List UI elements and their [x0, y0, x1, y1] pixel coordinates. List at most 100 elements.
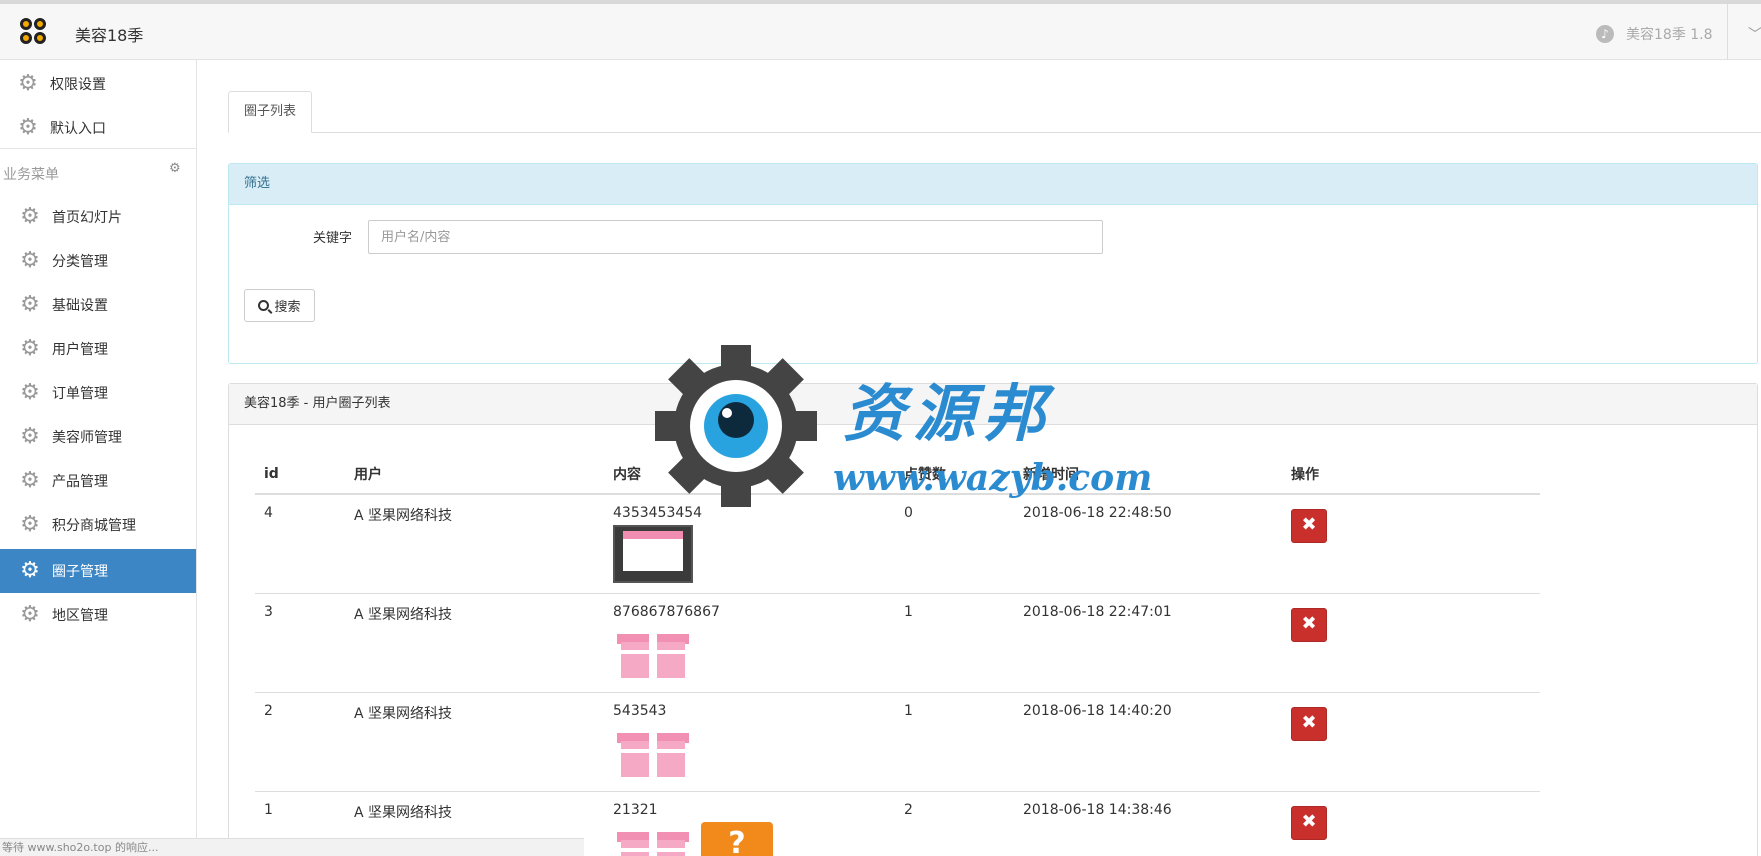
divider: [1727, 4, 1728, 60]
version-info[interactable]: ♪ 美容18季 1.8: [1596, 24, 1713, 44]
column-header-time: 新增时间: [1014, 455, 1282, 495]
browser-status-bar: 等待 www.sho2o.top 的响应...: [0, 838, 584, 856]
cell-id: 3: [255, 593, 345, 693]
search-icon: [258, 300, 270, 311]
cell-actions: ✖: [1282, 593, 1540, 693]
cell-time: 2018-06-18 22:47:01: [1014, 593, 1282, 693]
sidebar-item-home-slides[interactable]: ⚙ 首页幻灯片: [0, 195, 196, 239]
cell-time: 2018-06-18 14:40:20: [1014, 692, 1282, 792]
chevron-down-icon[interactable]: ﹀: [1748, 24, 1761, 44]
gear-icon: ⚙: [20, 248, 40, 273]
content-text: 543543: [613, 703, 667, 719]
gear-icon: ⚙: [18, 71, 38, 96]
search-button[interactable]: 搜索: [244, 289, 315, 322]
column-header-id: id: [255, 455, 345, 495]
sidebar-item-permissions[interactable]: ⚙ 权限设置: [0, 62, 196, 106]
cell-time: 2018-06-18 14:38:46: [1014, 791, 1282, 856]
circle-table: id 用户 内容 点赞数 新增时间 操作 4 A 坚果网络科技 43534534…: [255, 455, 1540, 856]
gear-icon: ⚙: [20, 380, 40, 405]
content-image[interactable]: [613, 624, 693, 682]
cell-id: 4: [255, 494, 345, 594]
search-button-label: 搜索: [274, 300, 301, 315]
cell-actions: ✖: [1282, 494, 1540, 594]
sidebar-item-categories[interactable]: ⚙ 分类管理: [0, 239, 196, 283]
content-image[interactable]: [613, 822, 693, 856]
cell-likes: 1: [895, 692, 1014, 792]
sidebar-item-users[interactable]: ⚙ 用户管理: [0, 327, 196, 371]
gear-icon: ⚙: [20, 512, 40, 537]
gear-icon: ⚙: [20, 292, 40, 317]
gear-icon: ⚙: [20, 602, 40, 627]
sidebar-item-label: 默认入口: [50, 121, 106, 137]
keyword-label: 关键字: [313, 231, 353, 246]
tab-circle-list[interactable]: 圈子列表: [228, 91, 313, 133]
delete-button[interactable]: ✖: [1291, 806, 1327, 840]
table-row: 4 A 坚果网络科技 4353453454 0 2018-06-18 22:48…: [255, 494, 1540, 594]
mini-program-icon: ♪: [1596, 25, 1614, 43]
sidebar-group-title: 业务菜单: [3, 167, 59, 183]
sidebar-item-label: 用户管理: [52, 342, 108, 358]
cell-content: 543543: [604, 692, 895, 792]
cell-content: 4353453454: [604, 494, 895, 594]
column-header-likes: 点赞数: [895, 455, 1014, 495]
sidebar-item-label: 权限设置: [50, 77, 106, 93]
cell-user: A 坚果网络科技: [345, 494, 604, 594]
sidebar-item-label: 订单管理: [52, 386, 108, 402]
cell-time: 2018-06-18 22:48:50: [1014, 494, 1282, 594]
keyword-input[interactable]: [368, 220, 1103, 254]
gear-icon: ⚙: [20, 336, 40, 361]
sidebar-item-orders[interactable]: ⚙ 订单管理: [0, 371, 196, 415]
column-header-user: 用户: [345, 455, 604, 495]
sidebar-item-label: 积分商城管理: [52, 518, 136, 534]
content-text: 21321: [613, 802, 658, 818]
sidebar: ⚙ 权限设置 ⚙ 默认入口 业务菜单 ⚙ ⚙ 首页幻灯片 ⚙ 分类管理 ⚙ 基础…: [0, 60, 197, 856]
gear-icon: ⚙: [20, 468, 40, 493]
column-header-actions: 操作: [1282, 455, 1540, 495]
main-content: 圈子列表 筛选 关键字 搜索 美容18季 - 用户圈子列表 id 用户 内容 点…: [197, 60, 1761, 856]
version-label: 美容18季 1.8: [1626, 27, 1713, 43]
gear-icon: ⚙: [18, 115, 38, 140]
sidebar-item-label: 圈子管理: [52, 564, 108, 580]
cell-user: A 坚果网络科技: [345, 692, 604, 792]
delete-button[interactable]: ✖: [1291, 608, 1327, 642]
cell-content: 876867876867: [604, 593, 895, 693]
content-image[interactable]: [613, 723, 693, 781]
divider: [0, 148, 196, 149]
table-header-row: id 用户 内容 点赞数 新增时间 操作: [255, 455, 1540, 495]
circle-list-panel: 美容18季 - 用户圈子列表 id 用户 内容 点赞数 新增时间 操作 4 A …: [228, 383, 1758, 856]
sidebar-item-default-entry[interactable]: ⚙ 默认入口: [0, 106, 196, 150]
cell-content: 21321 ?: [604, 791, 895, 856]
list-panel-title: 美容18季 - 用户圈子列表: [229, 384, 1757, 425]
top-bar: 美容18季 ♪ 美容18季 1.8 ﹀: [0, 0, 1761, 60]
sidebar-item-points-mall[interactable]: ⚙ 积分商城管理: [0, 503, 196, 547]
filter-panel-title: 筛选: [229, 164, 1757, 205]
gear-icon: ⚙: [20, 204, 40, 229]
cell-user: A 坚果网络科技: [345, 593, 604, 693]
logo-icon: [20, 18, 48, 46]
gear-icon[interactable]: ⚙: [169, 161, 181, 176]
sidebar-item-products[interactable]: ⚙ 产品管理: [0, 459, 196, 503]
content-image[interactable]: ?: [701, 822, 773, 856]
tab-bar: 圈子列表: [228, 91, 1761, 133]
delete-button[interactable]: ✖: [1291, 707, 1327, 741]
content-text: 4353453454: [613, 505, 703, 521]
table-row: 2 A 坚果网络科技 543543 1 2018-06-18 14:40:20 …: [255, 692, 1540, 792]
sidebar-item-label: 产品管理: [52, 474, 108, 490]
sidebar-item-label: 分类管理: [52, 254, 108, 270]
cell-id: 2: [255, 692, 345, 792]
sidebar-item-beauticians[interactable]: ⚙ 美容师管理: [0, 415, 196, 459]
sidebar-item-circles[interactable]: ⚙ 圈子管理: [0, 549, 196, 593]
delete-button[interactable]: ✖: [1291, 509, 1327, 543]
sidebar-item-basic-settings[interactable]: ⚙ 基础设置: [0, 283, 196, 327]
cell-actions: ✖: [1282, 692, 1540, 792]
content-text: 876867876867: [613, 604, 720, 620]
column-header-content: 内容: [604, 455, 895, 495]
sidebar-item-regions[interactable]: ⚙ 地区管理: [0, 593, 196, 637]
filter-panel: 筛选 关键字 搜索: [228, 163, 1758, 364]
sidebar-item-label: 基础设置: [52, 298, 108, 314]
content-image[interactable]: [613, 525, 693, 583]
gear-icon: ⚙: [20, 558, 40, 583]
table-row: 3 A 坚果网络科技 876867876867 1 2018-06-18 22:…: [255, 593, 1540, 693]
gear-icon: ⚙: [20, 424, 40, 449]
sidebar-item-label: 首页幻灯片: [52, 210, 122, 226]
